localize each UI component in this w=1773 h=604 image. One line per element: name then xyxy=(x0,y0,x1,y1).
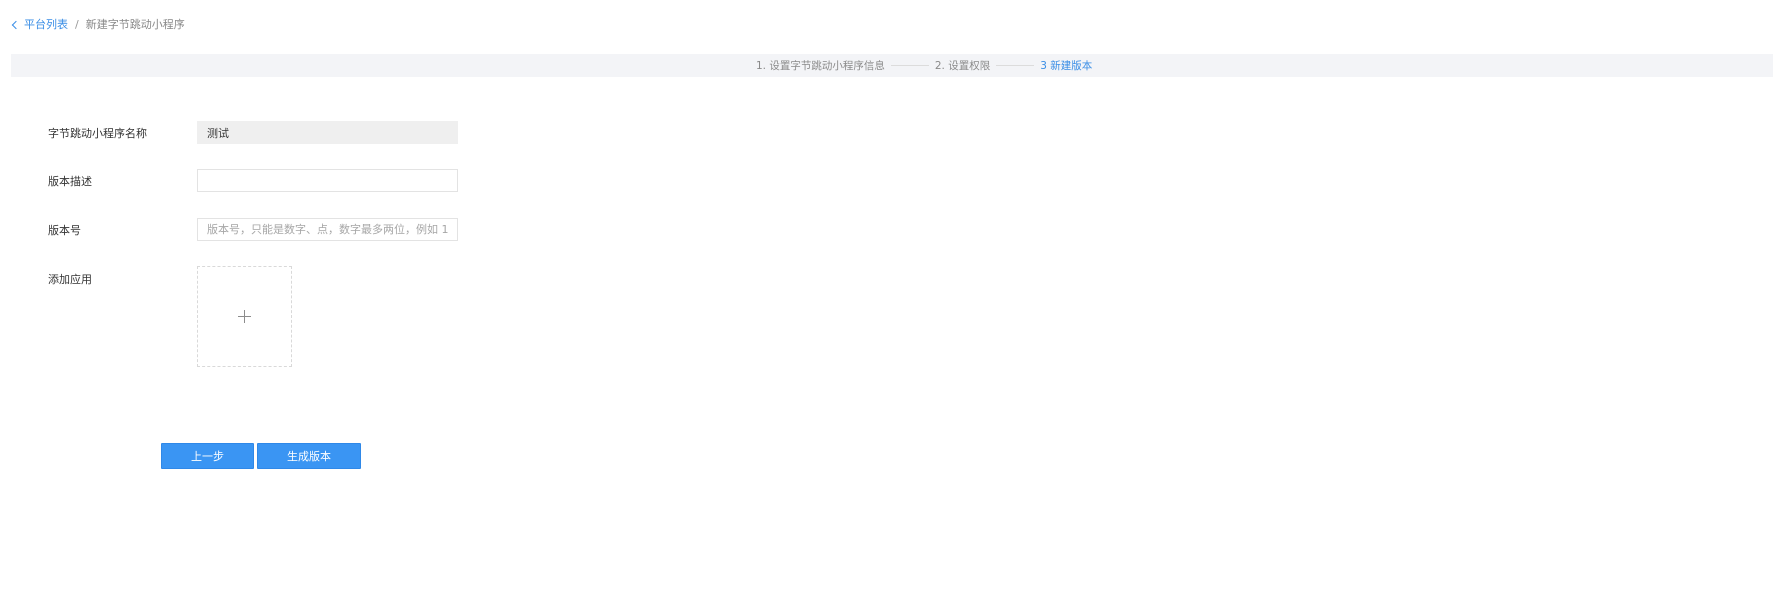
version-label: 版本号 xyxy=(48,223,81,237)
prev-step-button[interactable]: 上一步 xyxy=(161,443,254,469)
steps: 1. 设置字节跳动小程序信息 2. 设置权限 3 新建版本 xyxy=(756,54,1092,77)
name-input[interactable] xyxy=(197,121,458,144)
breadcrumb: 平台列表 / 新建字节跳动小程序 xyxy=(11,16,185,32)
name-label: 字节跳动小程序名称 xyxy=(48,126,147,140)
form-row-add-app: 添加应用 xyxy=(48,266,292,367)
breadcrumb-current: 新建字节跳动小程序 xyxy=(85,18,185,31)
form-row-name: 字节跳动小程序名称 xyxy=(48,121,458,144)
form-row-description: 版本描述 xyxy=(48,169,458,192)
step-connector xyxy=(890,65,929,66)
description-label: 版本描述 xyxy=(48,174,92,188)
add-app-label: 添加应用 xyxy=(48,273,92,286)
chevron-left-icon xyxy=(11,20,21,29)
action-buttons: 上一步 生成版本 xyxy=(161,443,361,469)
steps-bar: 1. 设置字节跳动小程序信息 2. 设置权限 3 新建版本 xyxy=(11,54,1773,77)
breadcrumb-separator: / xyxy=(75,17,79,31)
form-row-version: 版本号 xyxy=(48,218,458,241)
version-input[interactable] xyxy=(197,218,458,241)
breadcrumb-back-link[interactable]: 平台列表 xyxy=(11,16,68,32)
description-input[interactable] xyxy=(197,169,458,192)
step-3: 3 新建版本 xyxy=(1040,60,1093,72)
step-2: 2. 设置权限 xyxy=(934,60,991,72)
add-app-upload-box[interactable] xyxy=(197,266,292,367)
breadcrumb-back-label: 平台列表 xyxy=(24,18,68,31)
step-1: 1. 设置字节跳动小程序信息 xyxy=(756,60,885,72)
generate-version-button[interactable]: 生成版本 xyxy=(257,443,361,469)
plus-icon xyxy=(238,310,251,323)
step-connector xyxy=(996,65,1035,66)
